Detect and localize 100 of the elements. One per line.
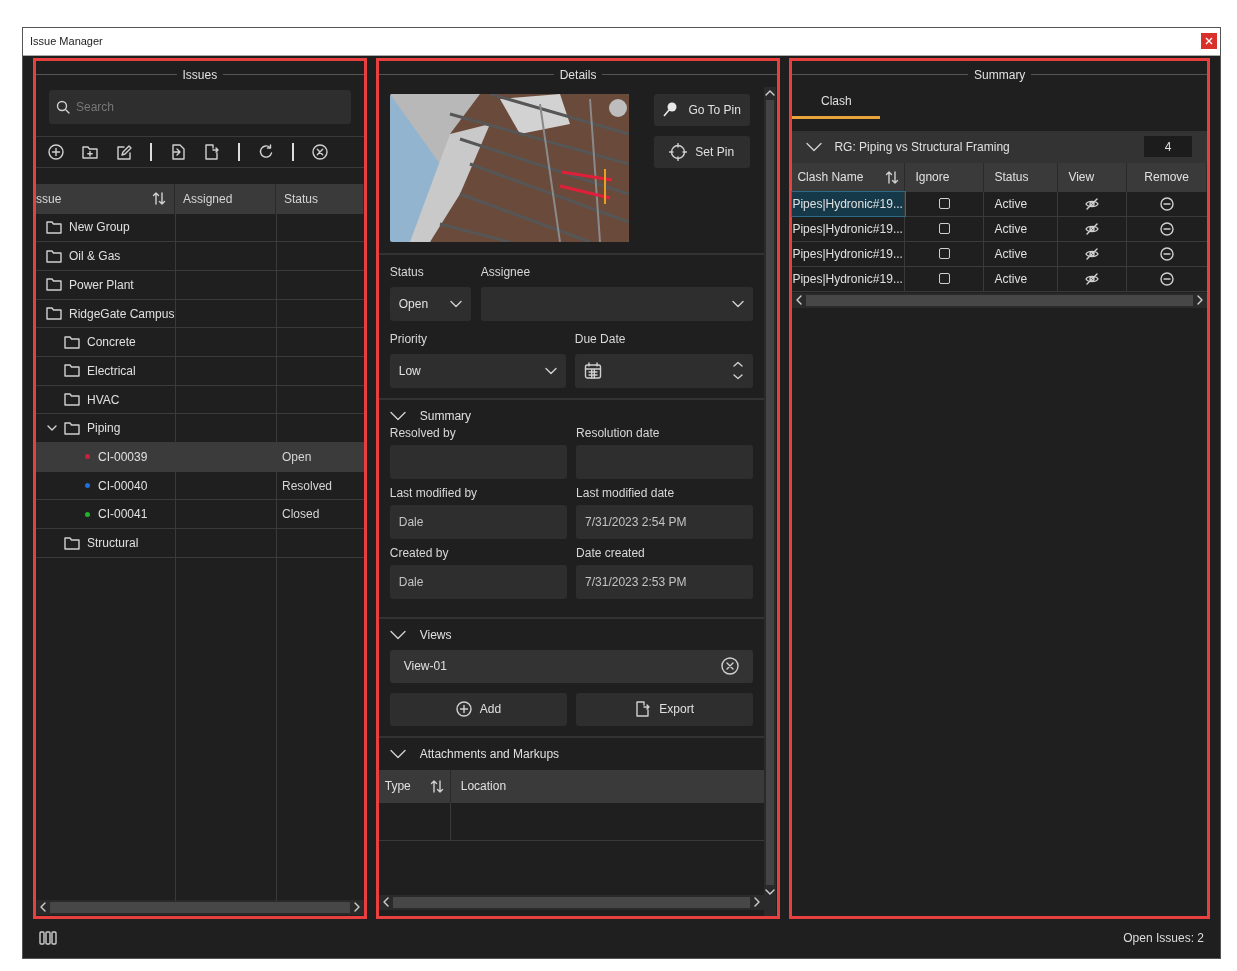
minus-circle-icon[interactable] — [1160, 196, 1175, 211]
sort-icon[interactable] — [429, 778, 444, 794]
tree-row[interactable]: CI-00039 Open — [36, 443, 364, 472]
tree-row[interactable]: New Group — [36, 213, 364, 243]
column-header[interactable]: Ignore — [905, 162, 985, 192]
table-cell-text: Active — [994, 195, 1028, 213]
tree-row[interactable]: Structural — [36, 529, 364, 558]
eye-slash-icon[interactable] — [1085, 271, 1100, 286]
file-export-icon[interactable] — [204, 143, 220, 160]
chevron-icon[interactable] — [389, 748, 406, 759]
field-label: Status — [389, 264, 425, 279]
tree-row[interactable]: CI-00040 Resolved — [36, 471, 364, 501]
priority-dropdown[interactable]: Low — [389, 353, 566, 388]
minus-circle-icon[interactable] — [1160, 271, 1175, 286]
group-header[interactable]: RG: Piping vs Structural Framing 4 — [792, 130, 1207, 163]
text-field[interactable]: 7/31/2023 2:53 PM — [576, 564, 754, 599]
scroll-left-icon[interactable] — [39, 902, 47, 913]
tree-item-label: Structural — [87, 535, 139, 552]
edit-icon[interactable] — [116, 143, 132, 160]
tab[interactable]: Clash — [792, 86, 881, 119]
scroll-left-icon[interactable] — [795, 295, 804, 306]
chevron-down-icon[interactable] — [449, 299, 462, 308]
folder-plus-icon[interactable] — [82, 143, 98, 160]
eye-slash-icon[interactable] — [1085, 221, 1100, 236]
table-cell[interactable]: Pipes|Hydronic#19... — [792, 266, 906, 291]
scroll-right-icon[interactable] — [352, 902, 361, 913]
table-cell-text: Active — [994, 220, 1028, 238]
field-label: Resolved by — [389, 425, 457, 440]
horizontal-scrollbar[interactable] — [36, 899, 364, 915]
refresh-icon[interactable] — [258, 143, 274, 160]
column-header[interactable]: Status — [984, 162, 1059, 192]
text-field[interactable]: 7/31/2023 2:54 PM — [576, 504, 754, 539]
table-cell[interactable]: Pipes|Hydronic#19... — [792, 216, 906, 241]
section-header[interactable]: Attachments and Markups — [419, 744, 560, 763]
tree-item-label: Power Plant — [69, 276, 134, 294]
column-header[interactable]: Remove — [1127, 162, 1207, 192]
calendar-icon[interactable] — [583, 361, 602, 380]
chevron-down-icon[interactable] — [544, 366, 557, 375]
minus-circle-icon[interactable] — [1160, 246, 1175, 261]
minus-circle-icon[interactable] — [1160, 221, 1175, 236]
export-button[interactable]: Export — [576, 692, 754, 726]
add-button[interactable]: Add — [389, 692, 568, 726]
close-circle-icon[interactable] — [312, 143, 328, 160]
section-header[interactable]: Summary — [419, 406, 472, 425]
scroll-up-icon[interactable] — [765, 88, 776, 97]
tree-row[interactable]: Electrical — [36, 357, 364, 386]
column-header[interactable]: Location — [450, 769, 765, 803]
scroll-down-icon[interactable] — [765, 887, 776, 896]
tree-row[interactable]: CI-00041 Closed — [36, 500, 364, 530]
text-field[interactable]: Dale — [389, 504, 568, 539]
table-cell-text: Active — [994, 245, 1028, 263]
tree-row[interactable]: Oil & Gas — [36, 242, 364, 271]
folder-icon — [64, 334, 81, 350]
scroll-left-icon[interactable] — [381, 897, 390, 908]
checkbox[interactable] — [938, 198, 950, 210]
window-title: Issue Manager — [30, 34, 103, 50]
chevron-icon[interactable] — [389, 410, 406, 421]
eye-slash-icon[interactable] — [1085, 196, 1100, 211]
columns-icon[interactable] — [39, 931, 57, 946]
chevron-down-icon[interactable] — [732, 299, 745, 308]
column-header[interactable]: View — [1058, 162, 1128, 192]
column-header[interactable]: Status — [276, 183, 364, 214]
spinner-icon[interactable] — [732, 361, 745, 381]
plus-circle-icon[interactable] — [48, 143, 64, 160]
scroll-right-icon[interactable] — [753, 897, 762, 908]
sort-icon[interactable] — [885, 169, 900, 185]
remove-view-icon[interactable] — [721, 657, 740, 676]
tree-row[interactable]: HVAC — [36, 385, 364, 415]
tree-row[interactable]: Power Plant — [36, 270, 364, 300]
chevron-icon[interactable] — [806, 141, 823, 152]
tree-row[interactable]: Concrete — [36, 328, 364, 358]
file-export-icon — [635, 701, 652, 718]
scroll-right-icon[interactable] — [1196, 295, 1204, 306]
chevron-icon[interactable] — [389, 629, 406, 640]
sort-icon[interactable] — [152, 191, 166, 207]
column-header[interactable]: ssue — [36, 183, 175, 214]
plus-circle-icon — [455, 701, 472, 718]
vertical-scrollbar[interactable] — [764, 86, 777, 916]
horizontal-scrollbar[interactable] — [792, 292, 1207, 308]
set-pin-button[interactable]: Set Pin — [653, 135, 750, 168]
search-field[interactable]: Search — [49, 89, 351, 124]
close-button[interactable] — [1201, 33, 1217, 50]
status-dropdown[interactable]: Open — [389, 286, 471, 321]
text-field[interactable]: Dale — [389, 564, 568, 599]
view-item[interactable]: View-01 — [389, 649, 754, 683]
checkbox[interactable] — [938, 273, 950, 285]
checkbox[interactable] — [938, 223, 950, 235]
go-to-pin-button[interactable]: Go To Pin — [653, 93, 750, 126]
due-date-field[interactable] — [574, 353, 754, 388]
column-header[interactable]: Assigned — [175, 183, 276, 214]
folder-icon — [46, 306, 63, 321]
column-header[interactable]: Type — [378, 769, 451, 803]
file-import-icon[interactable] — [170, 143, 186, 160]
table-cell[interactable]: Pipes|Hydronic#19... — [792, 241, 906, 266]
section-header[interactable]: Views — [419, 625, 452, 644]
table-cell[interactable]: Pipes|Hydronic#19... — [792, 191, 906, 216]
eye-slash-icon[interactable] — [1085, 246, 1100, 261]
horizontal-scrollbar[interactable] — [378, 894, 765, 910]
checkbox[interactable] — [938, 248, 950, 260]
tree-row[interactable]: RidgeGate Campus — [36, 299, 364, 329]
